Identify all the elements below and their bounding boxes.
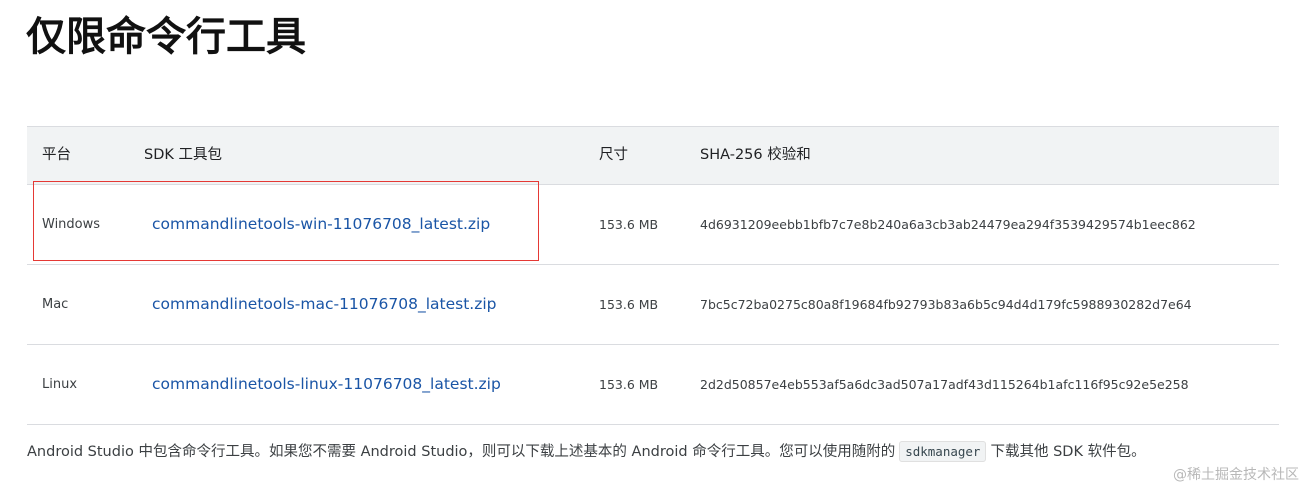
footnote-text-before: Android Studio 中包含命令行工具。如果您不需要 Android S… [27,444,896,460]
checksum-cell: 7bc5c72ba0275c80a8f19684fb92793b83a6b5c9… [700,297,1192,312]
size-cell: 153.6 MB [599,217,659,232]
download-link-linux[interactable]: commandlinetools-linux-11076708_latest.z… [152,345,501,424]
header-platform: 平台 [42,147,71,163]
size-cell: 153.6 MB [599,297,659,312]
page-title: 仅限命令行工具 [26,14,306,60]
watermark: @稀土掘金技术社区 [1173,467,1299,483]
table-row: Linux commandlinetools-linux-11076708_la… [27,345,1279,425]
header-size: 尺寸 [599,147,628,163]
table-header-row: 平台 SDK 工具包 尺寸 SHA-256 校验和 [27,127,1279,185]
checksum-cell: 2d2d50857e4eb553af5a6dc3ad507a17adf43d11… [700,377,1189,392]
sdkmanager-code: sdkmanager [899,441,987,462]
downloads-table: 平台 SDK 工具包 尺寸 SHA-256 校验和 Windows comman… [27,126,1279,425]
download-link-windows[interactable]: commandlinetools-win-11076708_latest.zip [152,185,490,264]
size-cell: 153.6 MB [599,377,659,392]
footnote: Android Studio 中包含命令行工具。如果您不需要 Android S… [27,440,1307,464]
footnote-text-after: 下载其他 SDK 软件包。 [990,444,1146,460]
header-checksum: SHA-256 校验和 [700,147,811,163]
platform-cell: Windows [42,217,101,232]
checksum-cell: 4d6931209eebb1bfb7c7e8b240a6a3cb3ab24479… [700,217,1196,232]
platform-cell: Mac [42,297,69,312]
table-row: Mac commandlinetools-mac-11076708_latest… [27,265,1279,345]
platform-cell: Linux [42,377,78,392]
table-row: Windows commandlinetools-win-11076708_la… [27,185,1279,265]
header-package: SDK 工具包 [144,147,222,163]
download-link-mac[interactable]: commandlinetools-mac-11076708_latest.zip [152,265,497,344]
